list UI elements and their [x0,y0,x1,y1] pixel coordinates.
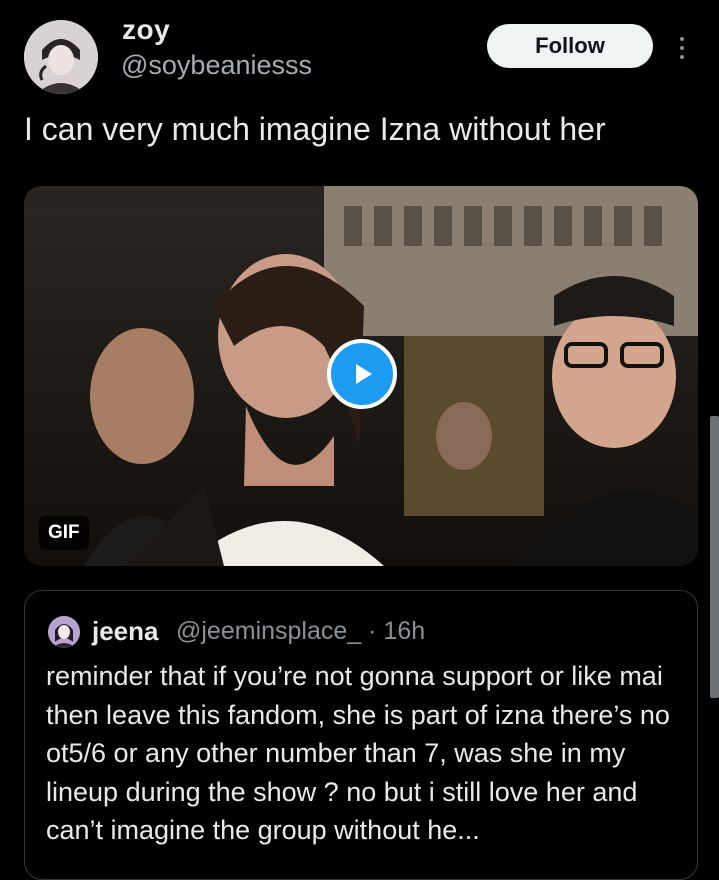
quoted-post-text: reminder that if you’re not gonna suppor… [46,661,670,845]
play-triangle-icon [356,364,372,384]
author-handle[interactable]: @soybeaniesss [121,50,312,81]
post-text: I can very much imagine Izna without her [24,111,606,147]
more-vertical-icon[interactable] [670,28,694,68]
quoted-avatar-image [48,616,80,648]
author-avatar-image [24,20,98,94]
play-icon[interactable] [327,339,397,409]
author-display-name[interactable]: zoy [122,14,170,46]
page-scrollbar[interactable] [710,416,719,698]
author-avatar[interactable] [24,20,98,94]
quoted-author-avatar[interactable] [48,616,80,648]
quoted-handle-time[interactable]: @jeeminsplace_ · 16h [176,617,425,646]
gif-badge: GIF [39,516,89,550]
quoted-display-name[interactable]: jeena [92,616,159,647]
follow-button[interactable]: Follow [487,24,653,68]
